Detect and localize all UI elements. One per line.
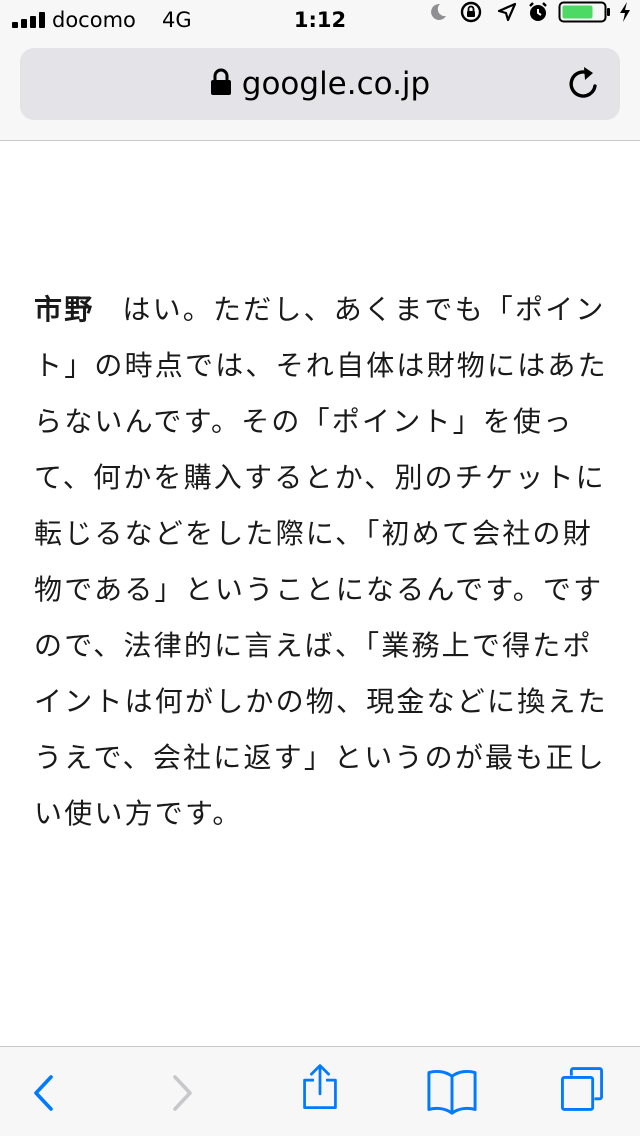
url-domain: google.co.jp — [241, 66, 431, 102]
browser-toolbar — [0, 1046, 640, 1136]
share-icon[interactable] — [296, 1063, 344, 1111]
article-body: はい。ただし、あくまでも「ポイント」の時点では、それ自体は財物にはあたらないんで… — [34, 293, 608, 830]
reload-icon[interactable] — [564, 64, 604, 104]
browser-address-area: google.co.jp — [0, 40, 640, 141]
alarm-icon — [529, 2, 547, 21]
moon-icon — [431, 3, 446, 20]
article-paragraph: 市野 はい。ただし、あくまでも「ポイント」の時点では、それ自体は財物にはあたらない… — [34, 282, 614, 842]
bookmarks-icon[interactable] — [422, 1067, 482, 1115]
status-bar: docomo 4G 1:12 — [0, 0, 640, 40]
forward-icon[interactable] — [160, 1069, 204, 1117]
orientation-lock-icon — [460, 1, 482, 23]
lock-icon — [210, 68, 231, 95]
tabs-icon[interactable] — [556, 1065, 608, 1113]
address-bar[interactable]: google.co.jp — [20, 48, 620, 120]
charging-bolt-icon — [620, 2, 630, 22]
back-icon[interactable] — [22, 1069, 66, 1117]
browser-screen: docomo 4G 1:12 google.co.jp 市野 はい。ただし、あく… — [0, 0, 640, 1136]
speaker-name: 市野 — [34, 293, 95, 326]
address-bar-display: google.co.jp — [20, 48, 620, 120]
battery-icon — [558, 1, 610, 23]
location-arrow-icon — [497, 2, 517, 22]
